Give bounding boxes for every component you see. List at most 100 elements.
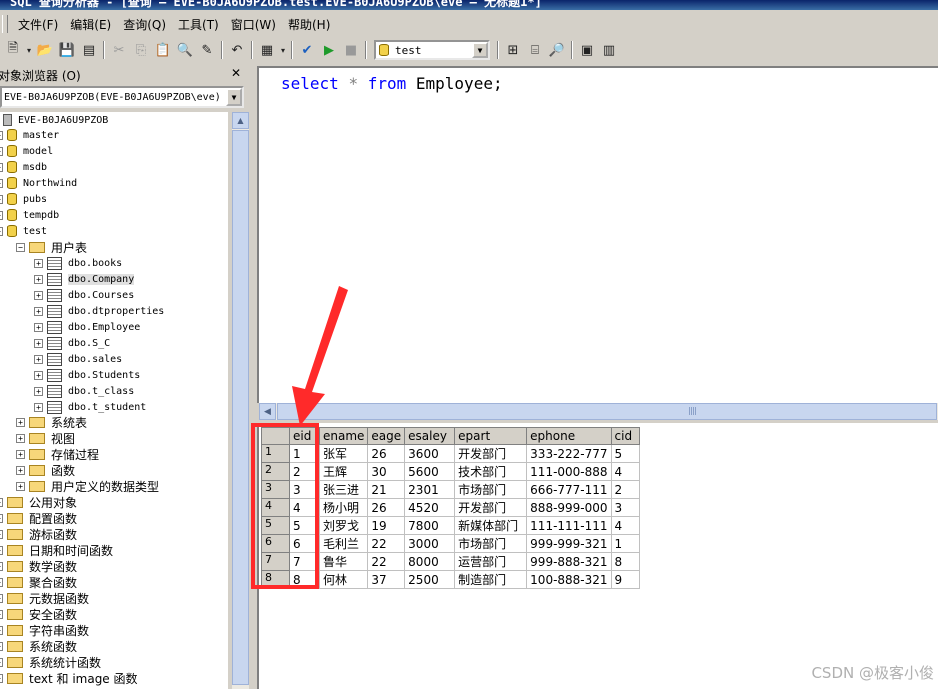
cell-epart[interactable]: 制造部门 [454, 570, 528, 589]
sql-text[interactable]: select * from Employee; [281, 74, 503, 93]
scroll-up-icon[interactable]: ▲ [232, 112, 249, 129]
cell-cid[interactable]: 4 [610, 516, 640, 535]
cancel-query-icon[interactable]: ■ [341, 40, 361, 60]
cell-eage[interactable]: 22 [367, 534, 406, 553]
results-grid-icon[interactable]: ▦ [257, 40, 277, 60]
cell-eage[interactable]: 37 [367, 570, 406, 589]
tree-item-common-objects[interactable]: − 公用对象 [0, 494, 77, 510]
tree-item-database[interactable]: + master [0, 127, 59, 143]
expand-plus-icon[interactable]: + [34, 338, 43, 348]
properties-icon[interactable]: ▣ [577, 40, 597, 60]
cell-esaley[interactable]: 3000 [404, 534, 456, 553]
tree-item-folder[interactable]: + 函数 [16, 462, 75, 478]
cell-epart[interactable]: 开发部门 [454, 444, 528, 463]
tree-item-database[interactable]: + pubs [0, 191, 47, 207]
tree-item-folder[interactable]: + 视图 [16, 430, 75, 446]
new-query-icon[interactable]: 🗎 [3, 40, 23, 60]
cell-ephone[interactable]: 333-222-777 [526, 444, 612, 463]
cell-epart[interactable]: 运营部门 [454, 552, 528, 571]
cell-esaley[interactable]: 5600 [404, 462, 456, 481]
cell-eage[interactable]: 21 [367, 480, 406, 499]
menu-tools[interactable]: 工具(T) [172, 16, 225, 33]
menu-help[interactable]: 帮助(H) [282, 16, 336, 33]
tree-item-table[interactable]: + dbo.sales [34, 351, 122, 367]
tree-item-table[interactable]: + dbo.t_class [34, 383, 134, 399]
tree-item-folder[interactable]: + 安全函数 [0, 606, 77, 622]
cell-eage[interactable]: 19 [367, 516, 406, 535]
expand-plus-icon[interactable]: + [0, 529, 3, 539]
expand-plus-icon[interactable]: + [0, 577, 3, 587]
cell-eage[interactable]: 22 [367, 552, 406, 571]
tree-item-table[interactable]: + dbo.Courses [34, 287, 134, 303]
expand-plus-icon[interactable]: + [34, 402, 43, 412]
expand-plus-icon[interactable]: + [34, 290, 43, 300]
cell-esaley[interactable]: 3600 [404, 444, 456, 463]
clear-window-icon[interactable]: ✎ [197, 40, 217, 60]
close-icon[interactable]: ✕ [229, 67, 243, 81]
expand-plus-icon[interactable]: + [0, 657, 3, 667]
cell-ename[interactable]: 刘罗戈 [318, 516, 369, 535]
expand-plus-icon[interactable]: + [34, 370, 43, 380]
save-icon[interactable]: 💾 [57, 40, 77, 60]
find-icon[interactable]: 🔍 [175, 40, 195, 60]
collapse-minus-icon[interactable]: − [16, 242, 25, 252]
cell-esaley[interactable]: 7800 [404, 516, 456, 535]
column-header-eage[interactable]: eage [367, 427, 406, 445]
cell-cid[interactable]: 3 [610, 498, 640, 517]
expand-plus-icon[interactable]: + [0, 146, 3, 156]
menu-query[interactable]: 查询(Q) [117, 16, 172, 33]
editor-horizontal-scrollbar[interactable]: ◀ [259, 403, 938, 420]
cell-cid[interactable]: 9 [610, 570, 640, 589]
collapse-minus-icon[interactable]: − [0, 226, 3, 236]
menu-edit[interactable]: 编辑(E) [64, 16, 117, 33]
expand-plus-icon[interactable]: + [0, 130, 3, 140]
cell-epart[interactable]: 开发部门 [454, 498, 528, 517]
column-header-epart[interactable]: epart [454, 427, 528, 445]
database-select[interactable]: test ▼ [374, 40, 490, 60]
expand-plus-icon[interactable]: + [0, 641, 3, 651]
expand-plus-icon[interactable]: + [0, 178, 3, 188]
open-folder-icon[interactable]: 📂 [35, 40, 55, 60]
expand-plus-icon[interactable]: + [0, 609, 3, 619]
expand-plus-icon[interactable]: + [34, 322, 43, 332]
display-plan-icon[interactable]: ⊞ [503, 40, 523, 60]
tree-item-folder[interactable]: + 聚合函数 [0, 574, 77, 590]
object-search-icon[interactable]: 🔎 [547, 40, 567, 60]
expand-plus-icon[interactable]: + [16, 433, 25, 443]
scroll-left-icon[interactable]: ◀ [259, 403, 276, 420]
expand-plus-icon[interactable]: + [16, 481, 25, 491]
expand-plus-icon[interactable]: + [0, 561, 3, 571]
tree-item-table[interactable]: + dbo.books [34, 255, 122, 271]
tree-item-folder[interactable]: + 系统统计函数 [0, 654, 101, 670]
cell-ephone[interactable]: 999-888-321 [526, 552, 612, 571]
cell-cid[interactable]: 4 [610, 462, 640, 481]
cell-ename[interactable]: 毛利兰 [318, 534, 369, 553]
cell-cid[interactable]: 5 [610, 444, 640, 463]
expand-plus-icon[interactable]: + [0, 162, 3, 172]
cell-epart[interactable]: 市场部门 [454, 534, 528, 553]
paste-icon[interactable]: 📋 [153, 40, 173, 60]
execute-query-icon[interactable]: ▶ [319, 40, 339, 60]
undo-icon[interactable]: ↶ [227, 40, 247, 60]
dropdown-arrow-icon[interactable]: ▾ [25, 40, 33, 60]
collapse-minus-icon[interactable]: − [0, 497, 3, 507]
column-header-ephone[interactable]: ephone [526, 427, 612, 445]
cell-eage[interactable]: 26 [367, 498, 406, 517]
cell-ephone[interactable]: 999-999-321 [526, 534, 612, 553]
tree-item-folder[interactable]: + text 和 image 函数 [0, 670, 138, 686]
cell-ephone[interactable]: 666-777-111 [526, 480, 612, 499]
expand-plus-icon[interactable]: + [16, 465, 25, 475]
expand-plus-icon[interactable]: + [0, 194, 3, 204]
server-combo[interactable]: EVE-B0JA6U9PZOB(EVE-B0JA6U9PZOB\eve) ▼ [0, 86, 244, 108]
column-header-esaley[interactable]: esaley [404, 427, 456, 445]
expand-plus-icon[interactable]: + [0, 625, 3, 635]
cell-ename[interactable]: 鲁华 [318, 552, 369, 571]
expand-plus-icon[interactable]: + [34, 258, 43, 268]
cell-ename[interactable]: 何林 [318, 570, 369, 589]
expand-plus-icon[interactable]: + [0, 210, 3, 220]
tree-item-table[interactable]: + dbo.Students [34, 367, 140, 383]
tree-item-folder[interactable]: + 系统函数 [0, 638, 77, 654]
tree-item-folder[interactable]: + 配置函数 [0, 510, 77, 526]
tree-item-database[interactable]: − test [0, 223, 47, 239]
query-editor[interactable]: select * from Employee; [257, 66, 938, 403]
